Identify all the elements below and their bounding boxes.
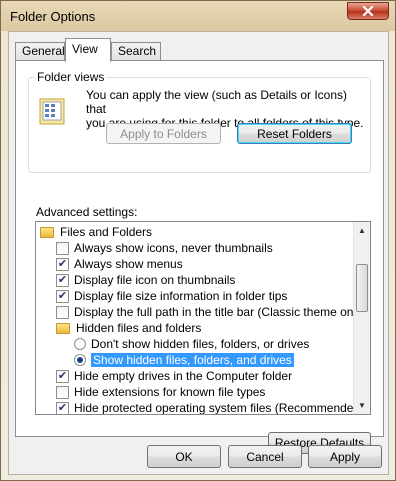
- item-label: Display the full path in the title bar (…: [74, 305, 367, 319]
- item-label: Display file icon on thumbnails: [74, 273, 236, 287]
- checkbox-unchecked[interactable]: [56, 305, 69, 319]
- option-hide-empty-drives[interactable]: ✔ Hide empty drives in the Computer fold…: [56, 368, 292, 384]
- scroll-up-arrow-icon[interactable]: ▲: [354, 222, 370, 239]
- folder-options-window: Folder Options General View Search Folde…: [0, 0, 396, 481]
- radio-unselected[interactable]: [74, 338, 86, 350]
- checkbox-checked[interactable]: ✔: [56, 369, 69, 383]
- folder-views-icon: [39, 96, 65, 126]
- radio-selected[interactable]: [74, 354, 86, 366]
- close-button[interactable]: [347, 2, 389, 20]
- checkbox-checked[interactable]: ✔: [56, 401, 69, 414]
- tab-general[interactable]: General: [15, 42, 65, 61]
- item-label-selected: Show hidden files, folders, and drives: [91, 353, 294, 367]
- apply-to-folders-button[interactable]: Apply to Folders: [106, 123, 221, 144]
- option-dont-show-hidden[interactable]: Don't show hidden files, folders, or dri…: [74, 336, 309, 352]
- cancel-button[interactable]: Cancel: [228, 445, 302, 468]
- option-always-show-icons[interactable]: Always show icons, never thumbnails: [56, 240, 273, 256]
- item-label: Don't show hidden files, folders, or dri…: [91, 337, 310, 351]
- item-label: Always show icons, never thumbnails: [74, 241, 273, 255]
- item-label: Hidden files and folders: [76, 321, 202, 335]
- description-line-1: You can apply the view (such as Details …: [86, 88, 348, 116]
- item-label: Hide empty drives in the Computer folder: [74, 369, 293, 383]
- ok-button[interactable]: OK: [147, 445, 221, 468]
- reset-folders-button[interactable]: Reset Folders: [237, 123, 352, 144]
- close-icon: [362, 6, 374, 16]
- tab-general-label: General: [22, 44, 65, 58]
- item-label: Hide extensions for known file types: [74, 385, 266, 399]
- tab-view[interactable]: View: [65, 38, 111, 62]
- apply-button[interactable]: Apply: [308, 445, 382, 468]
- advanced-settings-list[interactable]: Files and Folders Always show icons, nev…: [35, 221, 371, 415]
- option-show-hidden[interactable]: Show hidden files, folders, and drives: [74, 352, 294, 368]
- item-label: Hide protected operating system files (R…: [74, 401, 365, 415]
- item-label: Files and Folders: [60, 225, 153, 239]
- folder-icon: [40, 226, 54, 238]
- option-always-show-menus[interactable]: ✔ Always show menus: [56, 256, 183, 272]
- option-hide-protected[interactable]: ✔ Hide protected operating system files …: [56, 400, 365, 415]
- tree-folder-hidden-files: Hidden files and folders: [56, 320, 201, 336]
- item-label: Display file size information in folder …: [74, 289, 288, 303]
- title-bar[interactable]: Folder Options: [1, 1, 395, 31]
- checkbox-unchecked[interactable]: [56, 241, 69, 255]
- vertical-scrollbar[interactable]: ▲ ▼: [353, 222, 370, 414]
- folder-views-title: Folder views: [35, 70, 107, 84]
- item-label: Always show menus: [74, 257, 183, 271]
- checkbox-checked[interactable]: ✔: [56, 257, 69, 271]
- option-display-full-path[interactable]: Display the full path in the title bar (…: [56, 304, 366, 320]
- option-display-file-icon[interactable]: ✔ Display file icon on thumbnails: [56, 272, 235, 288]
- tree-folder-files-and-folders: Files and Folders: [40, 224, 152, 240]
- scrollbar-thumb[interactable]: [356, 264, 368, 312]
- tab-search-label: Search: [118, 44, 157, 58]
- tab-search[interactable]: Search: [111, 42, 161, 61]
- dialog-client: General View Search Folder views You can…: [8, 31, 389, 475]
- tab-view-label: View: [72, 42, 98, 56]
- folder-icon: [56, 322, 70, 334]
- checkbox-checked[interactable]: ✔: [56, 289, 69, 303]
- option-display-file-size[interactable]: ✔ Display file size information in folde…: [56, 288, 287, 304]
- folder-views-group: Folder views You can apply the view (suc…: [28, 70, 371, 173]
- view-tab-panel: Folder views You can apply the view (suc…: [15, 60, 384, 454]
- advanced-settings-label: Advanced settings:: [36, 205, 138, 219]
- option-hide-extensions[interactable]: Hide extensions for known file types: [56, 384, 265, 400]
- window-title: Folder Options: [10, 9, 96, 24]
- scroll-down-arrow-icon[interactable]: ▼: [354, 397, 370, 414]
- checkbox-checked[interactable]: ✔: [56, 273, 69, 287]
- checkbox-unchecked[interactable]: [56, 385, 69, 399]
